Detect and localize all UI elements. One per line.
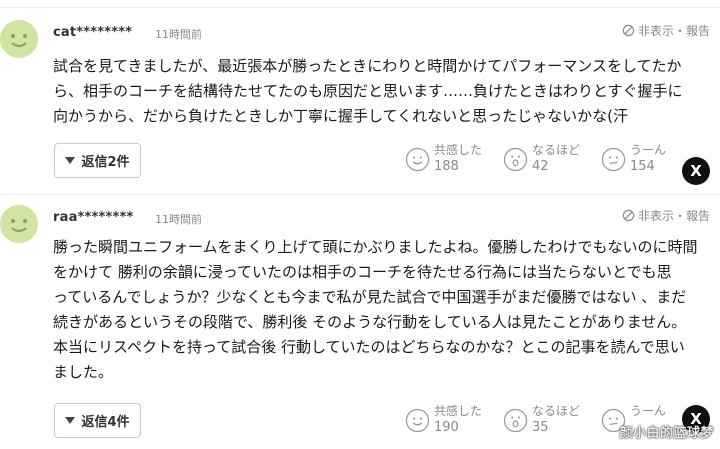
username[interactable]: raa********	[53, 210, 134, 225]
reaction-empathy[interactable]: 共感した 188	[405, 142, 503, 176]
prohibit-icon	[622, 209, 635, 222]
reply-button[interactable]: 返信2件	[54, 143, 141, 178]
comment-line: 続きがあるというその段階で、勝利後 そのような行動をしている人は見たことがありま…	[53, 313, 687, 331]
top-divider	[0, 0, 720, 8]
caret-down-icon	[65, 157, 76, 164]
reaction-label: 共感した	[434, 404, 483, 418]
hide-report-link[interactable]: 非表示・報告	[622, 22, 710, 39]
caret-down-icon	[65, 417, 76, 424]
x-share-icon[interactable]: X	[682, 157, 710, 185]
smiley-avatar-icon	[0, 20, 38, 58]
comment-line: 向かうから、だから負けたときしか丁寧に握手してくれないと思ったじゃないかな(汗	[53, 107, 628, 125]
reaction-count: 190	[434, 420, 459, 435]
reaction-insight[interactable]: なるほど 42	[503, 142, 601, 176]
hide-report-link[interactable]: 非表示・報告	[622, 207, 710, 224]
reaction-count: 154	[630, 159, 655, 174]
smile-face-icon	[405, 408, 430, 433]
surprised-face-icon	[503, 408, 528, 433]
timestamp: 11時間前	[155, 213, 202, 226]
comment-body: 勝った瞬間ユニフォームをまくり上げて頭にかぶりましたよね。優勝したわけでもないの…	[53, 235, 713, 385]
reaction-count: 35	[532, 420, 549, 435]
comment-line: っているんでしょうか？少なくとも今まで私が見た試合で中国選手がまだ優勝ではない …	[53, 288, 687, 306]
username[interactable]: cat********	[53, 25, 132, 40]
comment-line: ら、相手のコーチを結構待たせてたのも原因だと思います……負けたときはわりとすぐ握…	[53, 82, 683, 100]
report-label: 非表示・報告	[637, 24, 710, 38]
reaction-label: うーん	[630, 143, 667, 157]
reaction-label: なるほど	[532, 404, 581, 418]
surprised-face-icon	[503, 147, 528, 172]
reaction-insight[interactable]: なるほど 35	[503, 403, 601, 437]
reaction-count: 42	[532, 159, 549, 174]
reaction-empathy[interactable]: 共感した 190	[405, 403, 503, 437]
watermark: 颜小白的篮球梦	[619, 426, 714, 441]
reaction-label: うーん	[630, 404, 667, 418]
reaction-count: 188	[434, 159, 459, 174]
comment-item: cat******** 11時間前 非表示・報告 試合を見てきましたが、最近張本…	[0, 10, 720, 193]
smiley-avatar-icon	[0, 205, 38, 243]
comment-line: ました。	[53, 363, 114, 381]
comment-line: 試合を見てきましたが、最近張本が勝ったときにわりと時間かけてパフォーマンスをして…	[53, 57, 682, 75]
reply-label: 返信2件	[81, 155, 130, 170]
comment-line: をかけて 勝利の余韻に浸っていたのは相手のコーチを待たせる行為には当たらないとで…	[53, 263, 672, 281]
timestamp: 11時間前	[155, 28, 202, 41]
comment-line: 本当にリスペクトを持って試合後 行動していたのはどちらなのかな？とこの記事を読ん…	[53, 338, 685, 356]
smile-face-icon	[405, 147, 430, 172]
thinking-face-icon	[601, 147, 626, 172]
avatar[interactable]	[0, 205, 38, 243]
reaction-label: なるほど	[532, 143, 581, 157]
reaction-bar: 共感した 188 なるほど 42 うーん 154	[405, 142, 699, 176]
report-label: 非表示・報告	[637, 209, 710, 223]
comment-body: 試合を見てきましたが、最近張本が勝ったときにわりと時間かけてパフォーマンスをして…	[53, 54, 713, 129]
reply-button[interactable]: 返信4件	[54, 403, 141, 438]
comment-line: 勝った瞬間ユニフォームをまくり上げて頭にかぶりましたよね。優勝したわけでもないの…	[53, 238, 698, 256]
comment-item: raa******** 11時間前 非表示・報告 勝った瞬間ユニフォームをまくり…	[0, 194, 720, 449]
reply-label: 返信4件	[81, 415, 130, 430]
prohibit-icon	[622, 24, 635, 37]
reaction-label: 共感した	[434, 143, 483, 157]
avatar[interactable]	[0, 20, 38, 58]
